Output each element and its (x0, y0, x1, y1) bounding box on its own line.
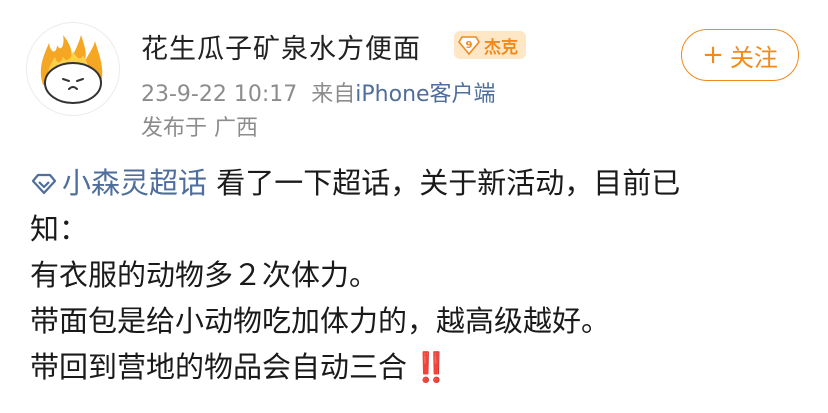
avatar-image (40, 35, 103, 104)
badge-label: 杰克 (484, 37, 518, 58)
source-platform-link[interactable]: iPhone客户端 (355, 82, 495, 107)
content-text-5: 带回到营地的物品会自动三合 (30, 350, 408, 384)
post-content: 小森灵超话 看了一下超话，关于新活动，目前已 知： 有衣服的动物多２次体力。 带… (30, 160, 790, 390)
fan-level-badge[interactable]: 9 杰克 (454, 31, 526, 59)
double-exclamation-icon: ‼️ (413, 350, 449, 384)
author-name[interactable]: 花生瓜子矿泉水方便面 (141, 27, 421, 66)
post-location: 发布于 广西 (141, 116, 258, 141)
avatar[interactable] (26, 22, 120, 116)
follow-label: 关注 (729, 43, 778, 72)
super-topic-icon (31, 173, 57, 195)
plus-icon: + (702, 40, 724, 70)
content-text-1: 看了一下超话，关于新活动，目前已 (216, 166, 681, 200)
topic-name: 小森灵超话 (62, 166, 208, 200)
content-line: 带回到营地的物品会自动三合 ‼️ (30, 344, 790, 390)
source-prefix: 来自 (311, 82, 356, 107)
diamond-level-icon: 9 (458, 36, 480, 56)
follow-button[interactable]: + 关注 (681, 29, 799, 81)
post-meta: 23-9-22 10:17 来自iPhone客户端 (141, 76, 496, 108)
content-line: 小森灵超话 看了一下超话，关于新活动，目前已 (30, 160, 790, 206)
post-time: 23-9-22 10:17 (141, 82, 298, 107)
content-line: 有衣服的动物多２次体力。 (30, 258, 379, 292)
content-line: 知： (30, 212, 89, 246)
topic-link[interactable]: 小森灵超话 (30, 166, 207, 200)
content-line: 带面包是给小动物吃加体力的，越高级越好。 (30, 304, 611, 338)
badge-number: 9 (466, 40, 473, 51)
